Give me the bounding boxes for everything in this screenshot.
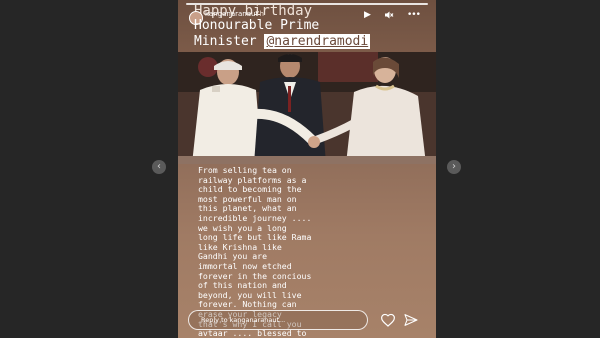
caption-line-3-text: Minister (194, 34, 265, 49)
mute-icon[interactable] (384, 10, 394, 23)
chevron-right-icon: › (452, 161, 456, 172)
story-timestamp: 7h (255, 10, 264, 18)
mention-link[interactable]: @narendramodi (264, 34, 371, 49)
caption-line-3: Minister @narendramodi (194, 34, 371, 49)
story-header-band: Happy birthday kanganaranaut 7h ▶ ••• Ho… (178, 0, 436, 52)
previous-story-button[interactable]: ‹ (152, 160, 166, 174)
more-options-icon[interactable]: ••• (407, 10, 421, 20)
caption-line-2: Honourable Prime (194, 18, 320, 33)
send-icon[interactable] (403, 312, 419, 328)
story-photo (178, 52, 436, 164)
heart-icon[interactable] (379, 311, 397, 329)
story-viewer[interactable]: Happy birthday kanganaranaut 7h ▶ ••• Ho… (178, 0, 436, 338)
story-username[interactable]: kanganaranaut (205, 10, 258, 18)
play-icon[interactable]: ▶ (364, 10, 371, 20)
next-story-button[interactable]: › (447, 160, 461, 174)
chevron-left-icon: ‹ (157, 161, 161, 172)
reply-input[interactable]: Reply to kanganaranaut... (188, 310, 368, 330)
